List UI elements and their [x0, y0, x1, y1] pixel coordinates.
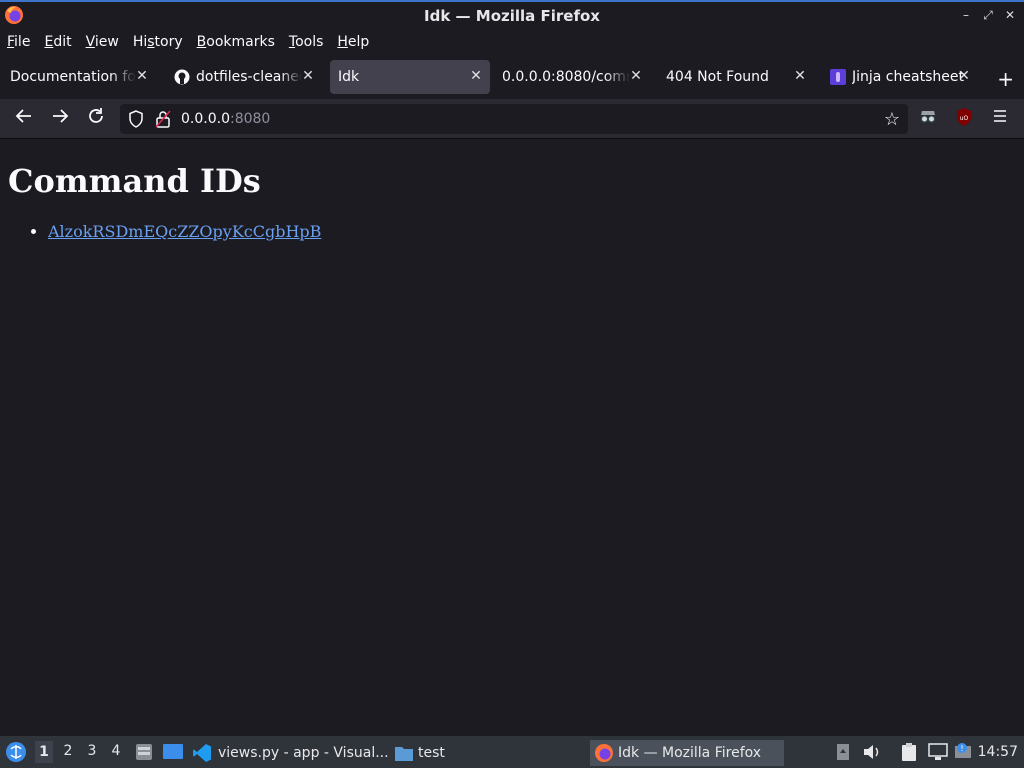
taskbar: 1 2 3 4 views.py - app - Visual... test …	[0, 736, 1024, 768]
volume-icon[interactable]	[862, 743, 882, 761]
folder-icon	[395, 747, 413, 761]
github-icon	[174, 69, 190, 85]
taskbar-app-label: views.py - app - Visual...	[218, 745, 389, 761]
tab-localhost-comm[interactable]: 0.0.0.0:8080/comm ✕	[494, 60, 650, 94]
jinja-favicon-icon	[830, 69, 846, 85]
workspace-2[interactable]: 2	[59, 743, 77, 759]
tab-dotfiles[interactable]: dotfiles-cleaned ✕	[166, 60, 322, 94]
ublock-button[interactable]: uO	[952, 107, 976, 131]
reload-icon	[89, 108, 103, 123]
tab-label: Idk	[338, 69, 360, 85]
forward-button[interactable]	[48, 107, 72, 131]
reload-button[interactable]	[84, 107, 108, 131]
bookmark-star-icon[interactable]: ☆	[884, 109, 900, 130]
tab-label: 404 Not Found	[666, 69, 769, 85]
workspace-4[interactable]: 4	[107, 743, 125, 759]
menu-bar: File Edit View History Bookmarks Tools H…	[0, 29, 1024, 54]
tab-documentation[interactable]: Documentation for ✕	[4, 60, 156, 94]
menu-bookmarks[interactable]: Bookmarks	[197, 34, 275, 50]
back-arrow-icon	[15, 109, 31, 123]
close-tab-icon[interactable]: ✕	[628, 68, 644, 84]
close-tab-icon[interactable]: ✕	[956, 68, 972, 84]
tab-label: Jinja cheatsheet	[852, 69, 964, 85]
tab-jinja[interactable]: Jinja cheatsheet ✕	[822, 60, 978, 94]
vscode-icon	[193, 744, 211, 762]
spy-glasses-extension-icon	[921, 111, 935, 123]
navigation-bar: 0.0.0.0 :8080 ☆ uO	[0, 99, 1024, 139]
forward-arrow-icon	[53, 109, 69, 123]
menu-history[interactable]: History	[133, 34, 183, 50]
tab-label: Documentation for	[10, 69, 136, 85]
url-bar[interactable]: 0.0.0.0 :8080 ☆	[120, 104, 908, 134]
menu-help[interactable]: Help	[337, 34, 369, 50]
file-manager-launcher-icon[interactable]	[134, 742, 154, 762]
maximize-button[interactable]: ⤢	[980, 6, 996, 24]
taskbar-app-firefox[interactable]: Idk — Mozilla Firefox	[590, 740, 784, 766]
minimize-button[interactable]: –	[958, 6, 974, 24]
window-titlebar: Idk — Mozilla Firefox – ⤢ ✕	[0, 0, 1024, 29]
workspace-1[interactable]: 1	[35, 741, 53, 763]
close-tab-icon[interactable]: ✕	[134, 68, 150, 84]
back-button[interactable]	[12, 107, 36, 131]
tab-label: dotfiles-cleaned	[196, 69, 302, 85]
close-window-button[interactable]: ✕	[1002, 6, 1018, 24]
command-id-list: AlzokRSDmEQcZZOpyKcCgbHpB	[48, 222, 321, 241]
new-tab-button[interactable]: +	[997, 67, 1014, 91]
page-content: Command IDs AlzokRSDmEQcZZOpyKcCgbHpB	[0, 140, 1024, 736]
firefox-icon	[595, 744, 613, 762]
svg-text:!: !	[960, 744, 963, 753]
start-menu-icon[interactable]	[5, 741, 27, 763]
network-icon[interactable]	[928, 743, 948, 761]
tracking-shield-icon[interactable]	[128, 110, 144, 128]
close-tab-icon[interactable]: ✕	[300, 68, 316, 84]
svg-text:uO: uO	[960, 115, 969, 122]
tab-404[interactable]: 404 Not Found ✕	[658, 60, 814, 94]
ublock-origin-icon: uO	[957, 108, 971, 126]
insecure-lock-icon[interactable]	[155, 110, 171, 128]
close-tab-icon[interactable]: ✕	[468, 68, 484, 84]
clipboard-icon[interactable]	[900, 742, 918, 762]
update-notifier-icon[interactable]: !	[954, 742, 974, 762]
workspace-3[interactable]: 3	[83, 743, 101, 759]
taskbar-app-label: Idk — Mozilla Firefox	[618, 745, 762, 761]
menu-view[interactable]: View	[86, 34, 119, 50]
url-host: 0.0.0.0	[181, 111, 230, 127]
menu-file[interactable]: File	[7, 34, 30, 50]
window-title: Idk — Mozilla Firefox	[424, 6, 600, 25]
extension-button[interactable]	[916, 107, 940, 131]
page-heading: Command IDs	[8, 162, 261, 200]
command-id-link[interactable]: AlzokRSDmEQcZZOpyKcCgbHpB	[48, 222, 321, 241]
desktop-launcher-icon[interactable]	[162, 742, 184, 762]
app-menu-button[interactable]	[988, 107, 1012, 131]
taskbar-app-folder[interactable]: test	[394, 740, 445, 766]
menu-edit[interactable]: Edit	[44, 34, 71, 50]
tab-strip: Documentation for ✕ dotfiles-cleaned ✕ I…	[0, 54, 1024, 99]
clock: 14:57	[977, 744, 1018, 760]
close-tab-icon[interactable]: ✕	[792, 68, 808, 84]
hamburger-menu-icon	[994, 110, 1006, 122]
list-item: AlzokRSDmEQcZZOpyKcCgbHpB	[48, 222, 321, 241]
taskbar-app-vscode[interactable]: views.py - app - Visual...	[192, 740, 389, 766]
taskbar-app-label: test	[418, 745, 445, 761]
url-port: :8080	[229, 111, 271, 127]
tab-idk[interactable]: Idk ✕	[330, 60, 490, 94]
menu-tools[interactable]: Tools	[289, 34, 324, 50]
tray-up-arrow-icon[interactable]	[836, 743, 850, 761]
firefox-logo-icon	[5, 6, 23, 24]
tab-label: 0.0.0.0:8080/comm	[502, 69, 630, 85]
